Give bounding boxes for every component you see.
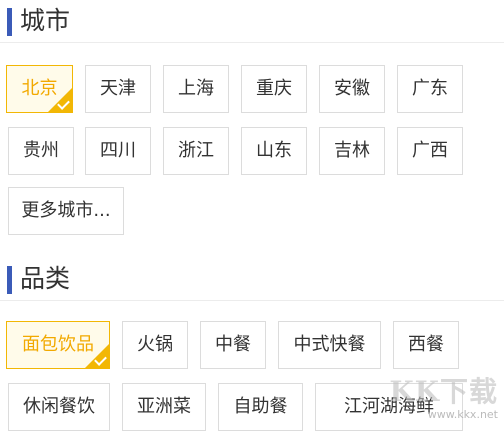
section-accent-bar <box>7 8 12 36</box>
category-tag-label: 休闲餐饮 <box>23 396 95 417</box>
city-tag-label: 四川 <box>100 140 136 161</box>
section-accent-bar <box>7 266 12 294</box>
city-tag-shanghai[interactable]: 上海 <box>163 65 229 113</box>
city-tag-shandong[interactable]: 山东 <box>241 127 307 175</box>
city-tag-label: 吉林 <box>334 140 370 161</box>
checkmark-icon <box>47 87 73 113</box>
checkmark-icon <box>84 343 110 369</box>
more-cities-label: 更多城市... <box>21 200 111 221</box>
category-tag-hotpot[interactable]: 火锅 <box>122 321 188 369</box>
city-tag-label: 重庆 <box>256 78 292 99</box>
city-tag-label: 贵州 <box>23 140 59 161</box>
city-tag-label: 上海 <box>178 78 214 99</box>
watermark-url: www.kkx.net <box>427 408 498 421</box>
city-tag-guangxi[interactable]: 广西 <box>397 127 463 175</box>
category-tag-label: 中式快餐 <box>293 334 366 355</box>
city-tag-anhui[interactable]: 安徽 <box>319 65 385 113</box>
category-tag-label: 中餐 <box>215 334 251 355</box>
category-tag-label: 自助餐 <box>233 396 288 417</box>
category-tag-asian[interactable]: 亚洲菜 <box>122 383 206 431</box>
category-section-header: 品类 <box>0 260 504 301</box>
city-tag-label: 广东 <box>412 78 448 99</box>
category-tag-bakery-drinks[interactable]: 面包饮品 <box>6 321 110 369</box>
site-watermark: KK下载 www.kkx.net <box>358 375 498 425</box>
city-tag-chongqing[interactable]: 重庆 <box>241 65 307 113</box>
city-tag-tianjin[interactable]: 天津 <box>85 65 151 113</box>
city-tag-label: 浙江 <box>178 140 214 161</box>
city-tag-guangdong[interactable]: 广东 <box>397 65 463 113</box>
category-tag-western[interactable]: 西餐 <box>393 321 459 369</box>
watermark-text: KK下载 <box>389 375 498 408</box>
category-tag-chinese-fast-food[interactable]: 中式快餐 <box>278 321 381 369</box>
city-tag-label: 安徽 <box>334 78 370 99</box>
city-tag-sichuan[interactable]: 四川 <box>85 127 151 175</box>
city-tag-jilin[interactable]: 吉林 <box>319 127 385 175</box>
city-section-title: 城市 <box>20 6 71 35</box>
category-tag-label: 火锅 <box>137 334 173 355</box>
category-tag-buffet[interactable]: 自助餐 <box>218 383 303 431</box>
city-tag-guizhou[interactable]: 贵州 <box>8 127 74 175</box>
city-tag-label: 广西 <box>412 140 448 161</box>
city-tag-zhejiang[interactable]: 浙江 <box>163 127 229 175</box>
category-section-title: 品类 <box>20 264 71 293</box>
more-cities-button[interactable]: 更多城市... <box>8 187 124 235</box>
city-tag-label: 天津 <box>100 78 136 99</box>
city-tag-beijing[interactable]: 北京 <box>6 65 73 113</box>
category-tag-casual-dining[interactable]: 休闲餐饮 <box>8 383 110 431</box>
category-tag-label: 亚洲菜 <box>137 396 191 417</box>
category-tag-chinese[interactable]: 中餐 <box>200 321 266 369</box>
category-tag-label: 西餐 <box>408 334 444 355</box>
city-tag-label: 山东 <box>256 140 292 161</box>
city-section-header: 城市 <box>0 2 504 43</box>
